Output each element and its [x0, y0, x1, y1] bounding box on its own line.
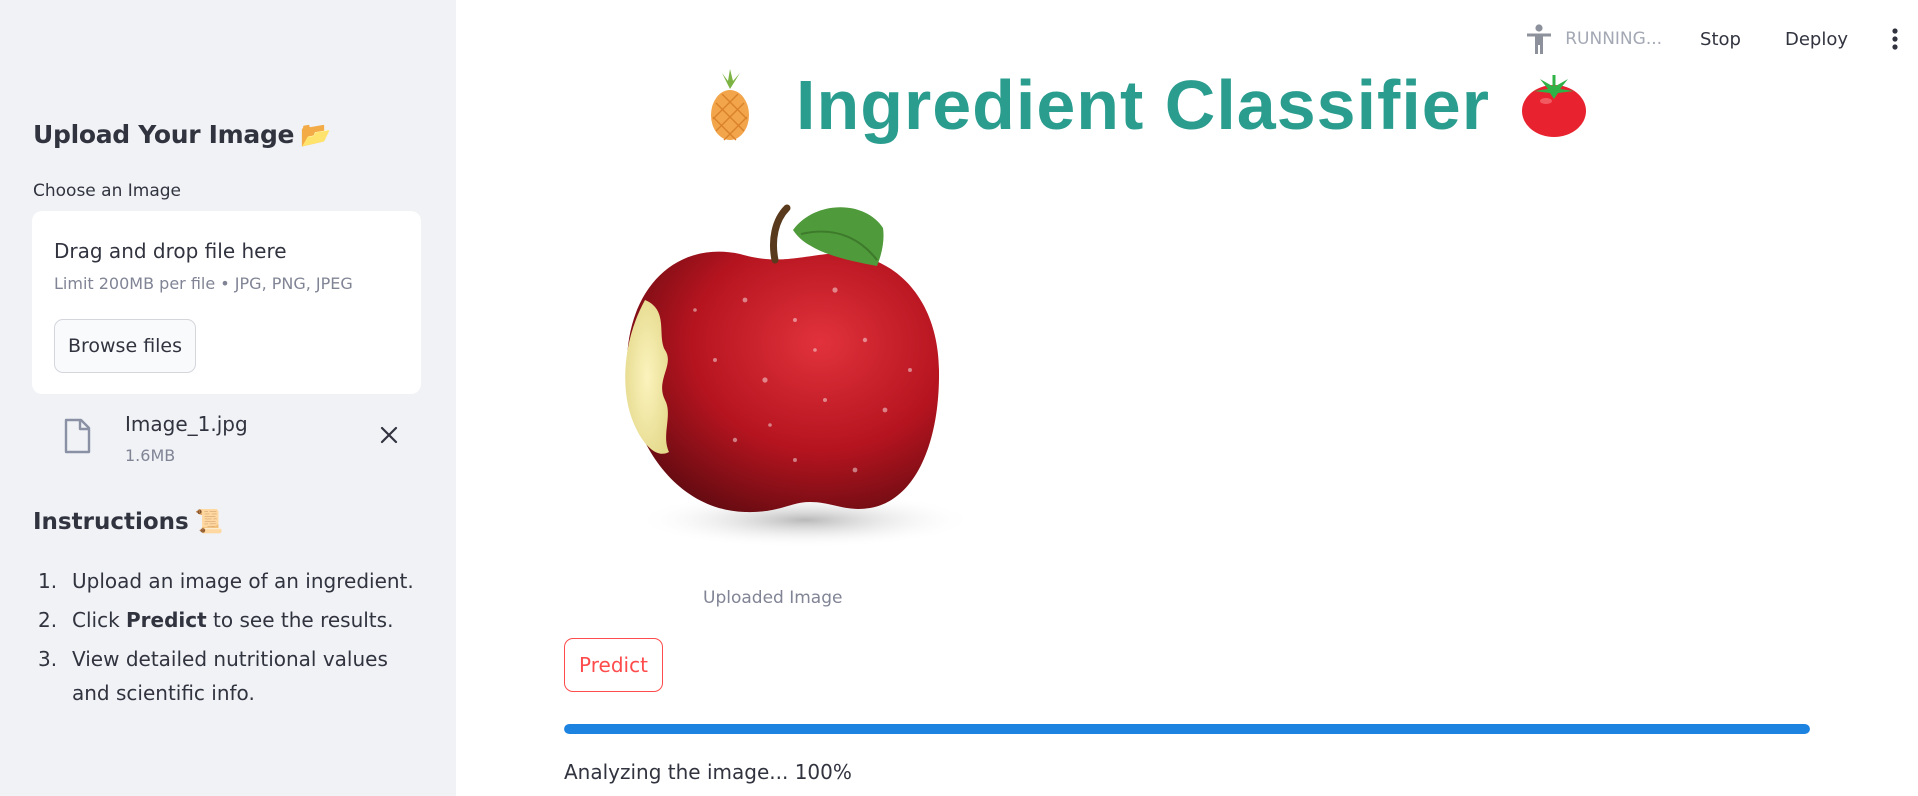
instruction-bold-text: Predict — [126, 608, 207, 632]
folder-icon: 📂 — [300, 120, 332, 149]
instructions-heading: Instructions 📜 — [33, 508, 223, 535]
scroll-icon: 📜 — [194, 509, 224, 535]
more-vertical-icon — [1892, 28, 1898, 50]
instruction-text-after: to see the results. — [206, 608, 394, 632]
remove-file-button[interactable] — [372, 418, 406, 452]
running-status-text: RUNNING... — [1565, 29, 1663, 49]
dropzone-limit-text: Limit 200MB per file • JPG, PNG, JPEG — [54, 274, 353, 293]
file-icon — [64, 418, 91, 454]
instruction-text: View detailed nutritional values and sci… — [72, 647, 388, 705]
upload-heading: Upload Your Image 📂 — [33, 120, 331, 150]
instruction-text: Upload an image of an ingredient. — [72, 569, 414, 593]
instructions-heading-text: Instructions — [33, 509, 189, 535]
app-toolbar: RUNNING... Stop Deploy — [1525, 14, 1918, 64]
stop-button[interactable]: Stop — [1688, 23, 1753, 56]
image-caption: Uploaded Image — [703, 588, 843, 608]
uploaded-image — [625, 204, 975, 548]
sidebar: Upload Your Image 📂 Choose an Image Drag … — [0, 0, 456, 796]
instruction-item: 3. View detailed nutritional values and … — [38, 642, 418, 710]
instructions-list: 1. Upload an image of an ingredient. 2. … — [38, 564, 418, 715]
file-uploader-label: Choose an Image — [33, 181, 182, 201]
accessibility-icon — [1527, 24, 1552, 54]
uploaded-file-size: 1.6MB — [125, 446, 176, 465]
instruction-item: 1. Upload an image of an ingredient. — [38, 564, 418, 598]
close-icon — [380, 426, 398, 444]
file-dropzone[interactable]: Drag and drop file here Limit 200MB per … — [32, 211, 421, 394]
browse-files-button[interactable]: Browse files — [54, 319, 196, 373]
uploaded-file-name: Image_1.jpg — [125, 412, 248, 436]
pineapple-icon — [711, 69, 749, 141]
deploy-button[interactable]: Deploy — [1773, 23, 1860, 56]
upload-heading-text: Upload Your Image — [33, 120, 295, 149]
instruction-text: Click — [72, 608, 127, 632]
predict-button[interactable]: Predict — [564, 638, 663, 692]
instruction-number: 2. — [38, 608, 58, 632]
main-menu-button[interactable] — [1880, 19, 1910, 59]
tomato-icon — [1521, 75, 1586, 137]
app-title-text: Ingredient Classifier — [796, 66, 1490, 144]
progress-fill — [564, 724, 1810, 734]
uploaded-file-row: Image_1.jpg 1.6MB — [32, 404, 421, 474]
page-title: Ingredient Classifier — [700, 60, 1590, 150]
running-status: RUNNING... — [1525, 23, 1662, 55]
instruction-item: 2. Click Predict to see the results. — [38, 603, 418, 637]
progress-bar — [564, 724, 1810, 734]
dropzone-title: Drag and drop file here — [54, 239, 287, 263]
instruction-number: 3. — [38, 647, 58, 671]
instruction-number: 1. — [38, 569, 58, 593]
progress-text: Analyzing the image... 100% — [564, 760, 852, 784]
